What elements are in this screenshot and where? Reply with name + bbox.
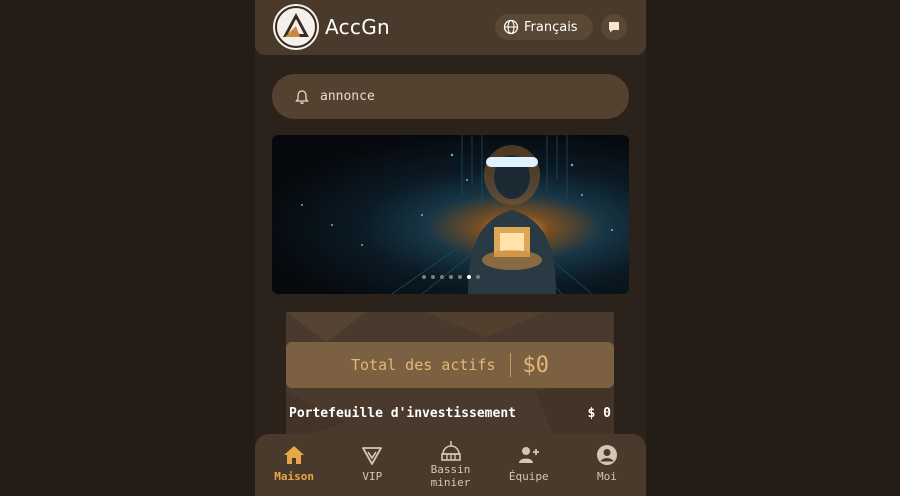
carousel-dot[interactable] xyxy=(440,275,444,279)
announcement-text: annonce xyxy=(320,89,375,104)
logo-mark-icon xyxy=(275,6,317,48)
user-icon xyxy=(596,445,617,465)
carousel-dot[interactable] xyxy=(458,275,462,279)
tab-label: Moi xyxy=(596,470,617,483)
vip-icon xyxy=(362,447,383,465)
chat-icon xyxy=(609,22,619,33)
total-assets-value: $0 xyxy=(522,352,550,378)
brand-name: AccGn xyxy=(325,15,390,39)
mobile-app-frame: AccGn Français annonce Total des actifs … xyxy=(255,0,646,496)
investment-wallet-label: Portefeuille d'investissement xyxy=(289,406,516,421)
carousel-dot[interactable] xyxy=(431,275,435,279)
investment-wallet-row: Portefeuille d'investissement $ 0 xyxy=(289,406,611,421)
tab-vip[interactable]: VIP xyxy=(333,434,411,496)
tab-equipe[interactable]: Équipe xyxy=(490,434,568,496)
tab-label: Bassin minier xyxy=(430,463,471,489)
chat-button[interactable] xyxy=(601,14,627,40)
tab-bassin-minier[interactable]: Bassin minier xyxy=(411,434,489,496)
investment-wallet-value: $ 0 xyxy=(587,406,611,421)
total-assets-label: Total des actifs xyxy=(351,356,496,374)
team-icon xyxy=(518,447,539,463)
top-header: AccGn Français xyxy=(255,0,646,55)
home-icon xyxy=(284,446,305,464)
tab-maison[interactable]: Maison xyxy=(255,434,333,496)
carousel-dot[interactable] xyxy=(476,275,480,279)
bottom-tab-bar: Maison VIP Bassin minier Équipe Moi xyxy=(255,434,646,496)
globe-icon xyxy=(503,19,519,35)
banner-illustration xyxy=(301,135,613,294)
carousel-dot-active[interactable] xyxy=(467,275,471,279)
announcement-bar[interactable]: annonce xyxy=(272,74,629,119)
tab-label: Maison xyxy=(274,470,314,483)
language-selector[interactable]: Français xyxy=(495,14,593,40)
tab-label: Équipe xyxy=(508,470,549,483)
mining-pool-icon xyxy=(440,441,461,461)
tab-moi[interactable]: Moi xyxy=(568,434,646,496)
language-label: Français xyxy=(524,19,578,35)
bell-icon xyxy=(295,89,309,104)
carousel-dot[interactable] xyxy=(449,275,453,279)
tab-label: VIP xyxy=(362,470,383,483)
hero-banner-carousel[interactable] xyxy=(272,135,629,294)
accgn-logo[interactable] xyxy=(273,4,319,50)
carousel-dot[interactable] xyxy=(422,275,426,279)
carousel-indicators xyxy=(422,275,480,279)
total-assets-divider xyxy=(509,353,511,377)
total-assets-panel: Total des actifs $0 xyxy=(286,342,614,388)
assets-card: Total des actifs $0 Portefeuille d'inves… xyxy=(286,312,614,442)
